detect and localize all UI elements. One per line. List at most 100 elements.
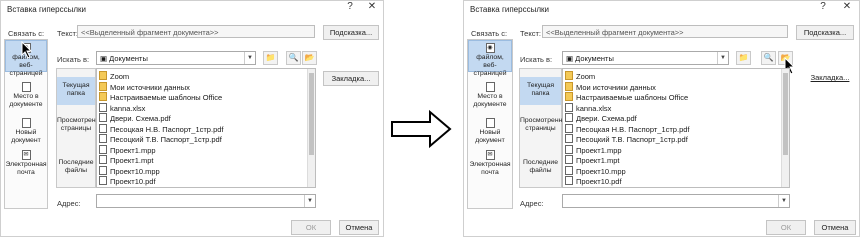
help-button[interactable]: ? bbox=[816, 1, 830, 12]
chevron-down-icon: ▼ bbox=[304, 195, 315, 207]
email-icon: ✉ bbox=[485, 150, 495, 160]
bookmark-button[interactable]: Закладка... bbox=[804, 71, 856, 86]
list-item-label: Песоцкий Т.В. Паспорт_1стр.pdf bbox=[110, 135, 222, 144]
tab-recent-files[interactable]: Последние файлы bbox=[57, 157, 95, 177]
list-item[interactable]: Песоцкий Т.В. Паспорт_1стр.pdf bbox=[565, 134, 688, 145]
text-to-display-input[interactable]: <<Выделенный фрагмент документа>> bbox=[77, 25, 315, 38]
list-item[interactable]: Песоцкая Н.В. Паспорт_1стр.pdf bbox=[565, 123, 690, 135]
list-item[interactable]: kanna.xlsx bbox=[565, 102, 611, 114]
ok-button[interactable]: ОК bbox=[291, 220, 331, 235]
sidebar-item-place-in-doc[interactable]: Место в документе bbox=[468, 82, 512, 109]
sidebar-item-new-doc[interactable]: Новый документ bbox=[5, 118, 47, 145]
file-icon bbox=[565, 134, 573, 143]
cancel-button[interactable]: Отмена bbox=[814, 220, 856, 235]
list-item[interactable]: Проект1.mpt bbox=[565, 155, 619, 166]
folder-up-icon: 📁 bbox=[265, 53, 276, 62]
file-icon bbox=[99, 102, 107, 112]
tab-current-folder[interactable]: Текущая папка bbox=[520, 77, 561, 105]
folder-icon bbox=[565, 92, 573, 101]
file-list-scrollbar[interactable] bbox=[781, 69, 789, 187]
file-icon bbox=[565, 113, 573, 122]
list-item[interactable]: Zoom bbox=[565, 71, 595, 82]
sidebar-item-place-in-doc[interactable]: Место в документе bbox=[5, 82, 47, 109]
transition-arrow-icon bbox=[391, 109, 452, 149]
list-item[interactable]: Двери. Схема.pdf bbox=[565, 113, 637, 124]
ok-button[interactable]: ОК bbox=[766, 220, 806, 235]
list-item-label: Проект1.mpt bbox=[110, 156, 154, 165]
sidebar-item-email[interactable]: ✉ Электронная почта bbox=[468, 150, 512, 177]
insert-hyperlink-dialog-before: Вставка гиперссылки ? ✕ Связать с: Текст… bbox=[0, 0, 384, 237]
list-item-label: Песоцкий Т.В. Паспорт_1стр.pdf bbox=[576, 135, 688, 144]
tab-browsed-pages[interactable]: Просмотренные страницы bbox=[57, 115, 108, 135]
list-item[interactable]: Проект10.pdf bbox=[565, 176, 622, 187]
tab-current-folder[interactable]: Текущая папка bbox=[57, 77, 95, 105]
list-item[interactable]: Настраиваемые шаблоны Office bbox=[99, 92, 222, 103]
email-icon: ✉ bbox=[21, 150, 31, 160]
folder-icon bbox=[99, 81, 107, 91]
file-icon bbox=[99, 176, 107, 185]
list-item-label: Песоцкая Н.В. Паспорт_1стр.pdf bbox=[576, 124, 690, 134]
browse-web-button[interactable]: 🔍 bbox=[286, 51, 301, 65]
browse-category-panel: Текущая папка Просмотренные страницы Пос… bbox=[56, 68, 108, 188]
list-item-label: Двери. Схема.pdf bbox=[576, 114, 637, 123]
list-item[interactable]: Проект1.mpt bbox=[99, 155, 153, 166]
list-item[interactable]: Проект10.mpp bbox=[565, 165, 626, 177]
list-item-label: Проект1.mpp bbox=[110, 145, 156, 155]
list-item-label: Проект10.pdf bbox=[576, 177, 622, 186]
up-folder-button[interactable]: 📁 bbox=[736, 51, 751, 65]
list-item-label: Мои источники данных bbox=[110, 82, 190, 92]
list-item-label: kanna.xlsx bbox=[110, 103, 146, 113]
look-in-dropdown[interactable]: ▣ Документы ▼ bbox=[96, 51, 256, 65]
folder-icon bbox=[99, 92, 107, 101]
browse-web-button[interactable]: 🔍 bbox=[761, 51, 776, 65]
close-button[interactable]: ✕ bbox=[840, 1, 854, 12]
help-button[interactable]: ? bbox=[343, 1, 357, 12]
list-item[interactable]: Zoom bbox=[99, 71, 129, 82]
sidebar-item-new-doc[interactable]: Новый документ bbox=[468, 118, 512, 145]
list-item[interactable]: Проект1.mpp bbox=[99, 144, 156, 156]
sidebar-item-email[interactable]: ✉ Электронная почта bbox=[5, 150, 47, 177]
list-item[interactable]: kanna.xlsx bbox=[99, 102, 146, 114]
folder-icon bbox=[565, 81, 573, 91]
file-icon bbox=[99, 155, 107, 164]
address-input[interactable]: ▼ bbox=[562, 194, 790, 208]
list-item[interactable]: Мои источники данных bbox=[565, 81, 656, 93]
list-item[interactable]: Двери. Схема.pdf bbox=[99, 113, 171, 124]
list-item[interactable]: Песоцкий Т.В. Паспорт_1стр.pdf bbox=[99, 134, 222, 145]
browse-category-panel: Текущая папка Просмотренные страницы Пос… bbox=[519, 68, 571, 188]
list-item[interactable]: Проект1.mpp bbox=[565, 144, 622, 156]
list-item[interactable]: Песоцкая Н.В. Паспорт_1стр.pdf bbox=[99, 123, 224, 135]
hint-button[interactable]: Подсказка... bbox=[796, 25, 854, 40]
new-doc-icon bbox=[485, 118, 495, 128]
address-input[interactable]: ▼ bbox=[96, 194, 316, 208]
list-item-label: Zoom bbox=[110, 72, 130, 81]
file-icon bbox=[565, 165, 573, 175]
bookmark-button[interactable]: Закладка... bbox=[323, 71, 379, 86]
file-icon bbox=[99, 144, 107, 154]
hint-button[interactable]: Подсказка... bbox=[323, 25, 379, 40]
list-item[interactable]: Проект10.pdf bbox=[99, 176, 156, 187]
sidebar-item-file-web[interactable]: ◉ файлом, веб-страницей bbox=[468, 40, 512, 77]
browse-file-button[interactable]: 📂 bbox=[302, 51, 317, 65]
list-item-label: Песоцкая Н.В. Паспорт_1стр.pdf bbox=[110, 124, 224, 134]
close-button[interactable]: ✕ bbox=[365, 1, 379, 12]
tab-recent-files[interactable]: Последние файлы bbox=[520, 157, 561, 177]
list-item[interactable]: Проект10.mpp bbox=[99, 165, 160, 177]
list-item[interactable]: Настраиваемые шаблоны Office bbox=[565, 92, 688, 103]
web-search-icon: 🔍 bbox=[763, 53, 774, 62]
list-item[interactable]: Мои источники данных bbox=[99, 81, 190, 93]
list-item-label: Мои источники данных bbox=[576, 82, 656, 92]
address-label: Адрес: bbox=[57, 199, 81, 208]
text-to-display-input[interactable]: <<Выделенный фрагмент документа>> bbox=[542, 25, 788, 38]
up-folder-button[interactable]: 📁 bbox=[263, 51, 278, 65]
text-label: Текст: bbox=[520, 29, 541, 38]
look-in-dropdown[interactable]: ▣ Документы ▼ bbox=[562, 51, 729, 65]
scrollbar-thumb[interactable] bbox=[309, 73, 314, 155]
look-in-label: Искать в: bbox=[57, 55, 90, 64]
tab-browsed-pages[interactable]: Просмотренные страницы bbox=[520, 115, 571, 135]
dialog-title: Вставка гиперссылки bbox=[7, 5, 86, 14]
scrollbar-thumb[interactable] bbox=[783, 73, 788, 155]
open-folder-icon: 📂 bbox=[304, 53, 315, 62]
file-list-scrollbar[interactable] bbox=[307, 69, 315, 187]
cancel-button[interactable]: Отмена bbox=[339, 220, 379, 235]
